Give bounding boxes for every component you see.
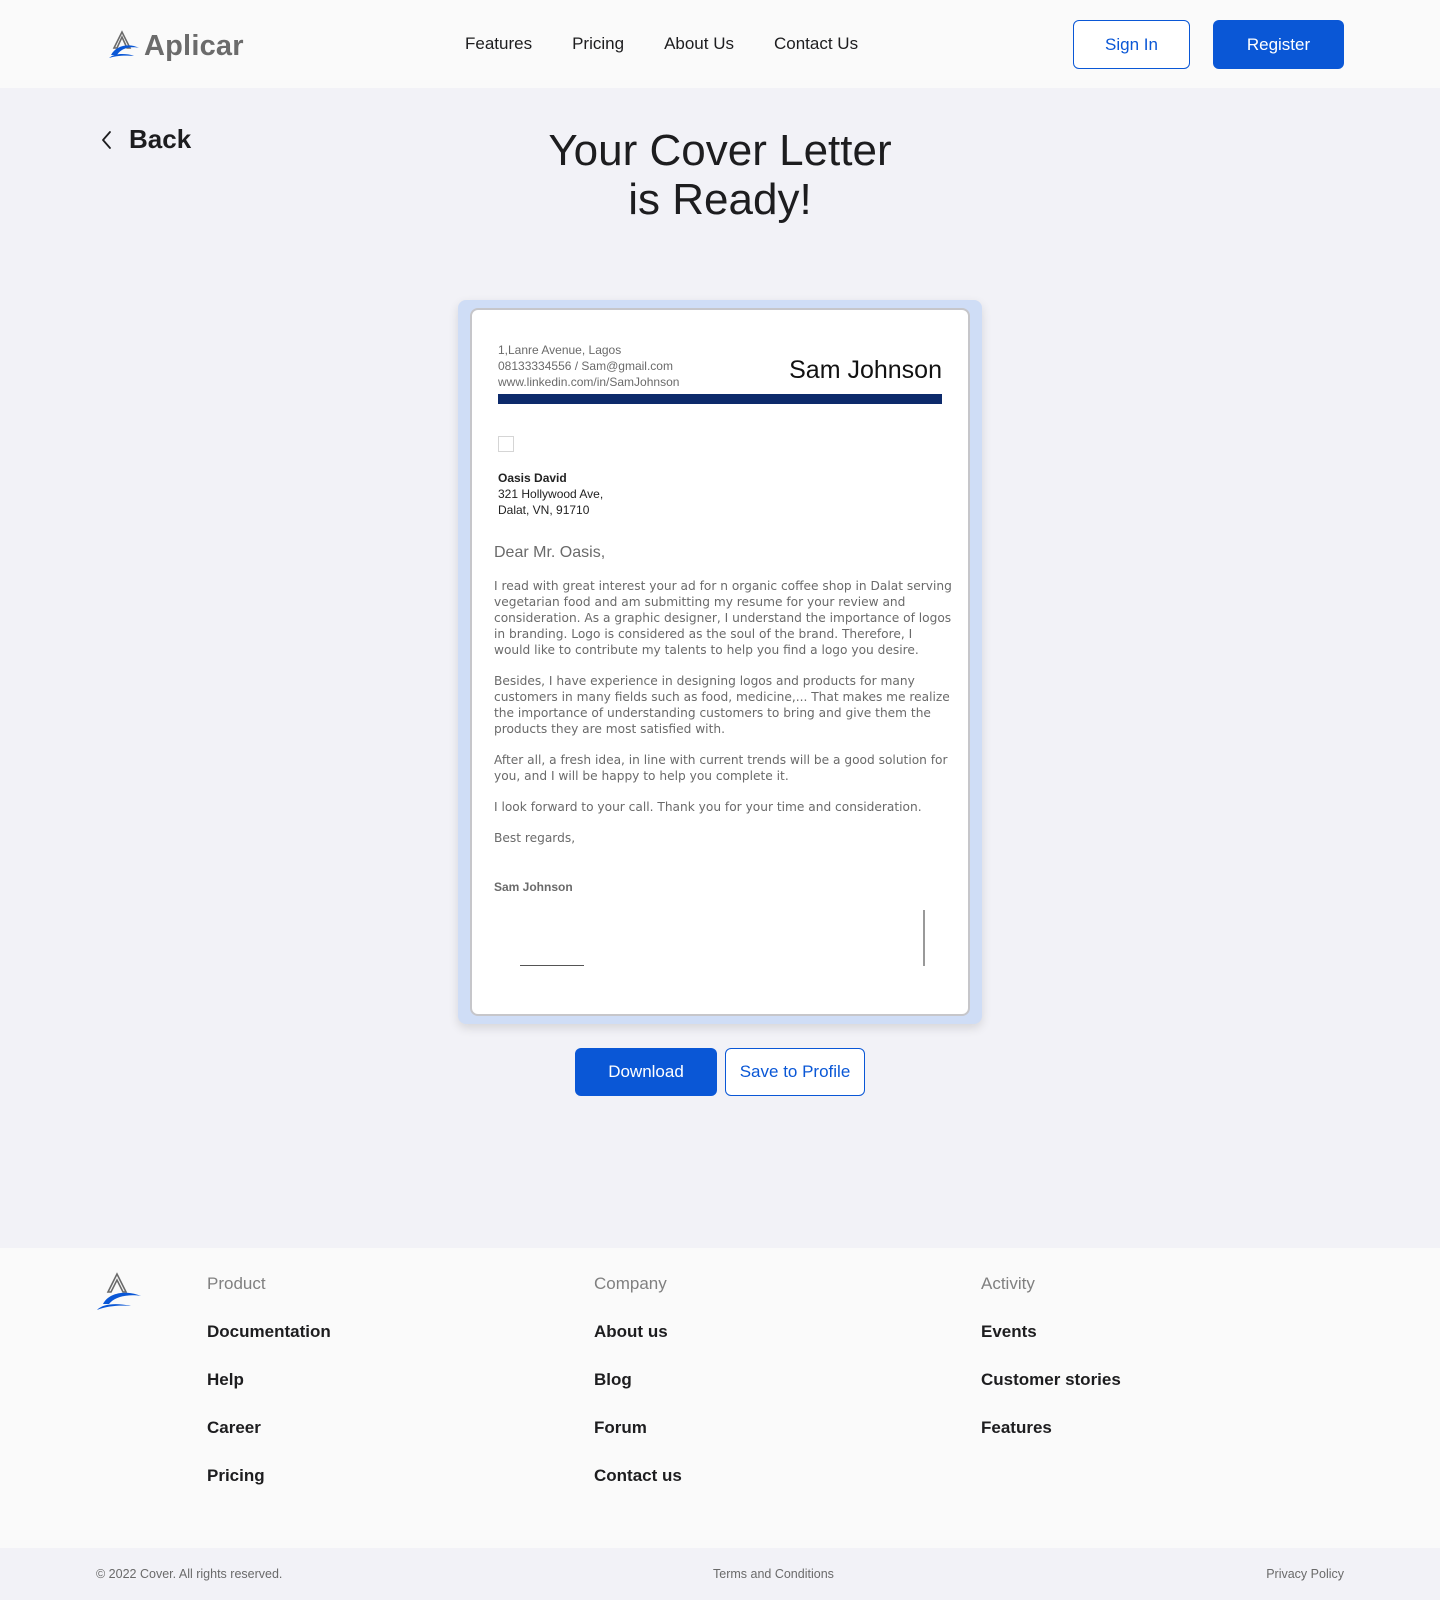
- top-header: Aplicar Features Pricing About Us Contac…: [0, 0, 1440, 88]
- privacy-link[interactable]: Privacy Policy: [1266, 1567, 1344, 1581]
- footer-link-documentation[interactable]: Documentation: [207, 1322, 331, 1370]
- recipient-block: Oasis David 321 Hollywood Ave, Dalat, VN…: [498, 470, 603, 518]
- letter-paragraph: After all, a fresh idea, in line with cu…: [494, 753, 948, 783]
- footer-link-events[interactable]: Events: [981, 1322, 1121, 1370]
- sign-in-button[interactable]: Sign In: [1073, 20, 1190, 69]
- footer-link-career[interactable]: Career: [207, 1418, 331, 1466]
- footer-heading: Company: [594, 1274, 667, 1293]
- footer-link-about-us[interactable]: About us: [594, 1322, 682, 1370]
- footer-heading: Product: [207, 1274, 266, 1293]
- cover-letter-document: 1,Lanre Avenue, Lagos 08133334556 / Sam@…: [470, 308, 970, 1016]
- download-button[interactable]: Download: [575, 1048, 717, 1096]
- footer-link-customer-stories[interactable]: Customer stories: [981, 1370, 1121, 1418]
- nav-contact-us[interactable]: Contact Us: [774, 34, 858, 54]
- signature-name: Sam Johnson: [494, 880, 573, 894]
- aplicar-logo-icon: [109, 30, 139, 58]
- back-button[interactable]: Back: [99, 124, 191, 155]
- nav-pricing[interactable]: Pricing: [572, 34, 624, 54]
- letter-body: I read with great interest your ad for n…: [494, 578, 952, 861]
- terms-link[interactable]: Terms and Conditions: [713, 1567, 834, 1581]
- sender-name: Sam Johnson: [789, 356, 942, 384]
- footer-link-contact-us[interactable]: Contact us: [594, 1466, 682, 1514]
- page-title: Your Cover Letter is Ready!: [420, 126, 1020, 224]
- save-to-profile-button[interactable]: Save to Profile: [725, 1048, 865, 1096]
- chevron-left-icon: [102, 130, 111, 149]
- aplicar-logo-icon[interactable]: [95, 1272, 143, 1314]
- back-label: Back: [129, 124, 192, 154]
- signature-line: [520, 965, 584, 966]
- recipient-name: Oasis David: [498, 471, 567, 485]
- footer-link-forum[interactable]: Forum: [594, 1418, 682, 1466]
- header-divider-bar: [498, 394, 942, 404]
- recipient-street: 321 Hollywood Ave,: [498, 487, 604, 501]
- text-cursor: [923, 910, 925, 966]
- brand-name: Aplicar: [144, 29, 244, 62]
- footer-link-features[interactable]: Features: [981, 1418, 1121, 1466]
- brand-logo[interactable]: Aplicar: [106, 28, 244, 64]
- footer-bottom-bar: © 2022 Cover. All rights reserved. Terms…: [0, 1548, 1440, 1600]
- sender-address: 1,Lanre Avenue, Lagos: [498, 343, 622, 357]
- footer-column-product: Product Documentation Help Career Pricin…: [207, 1274, 331, 1514]
- main-nav: Features Pricing About Us Contact Us: [465, 34, 898, 54]
- sender-phone-email: 08133334556 / Sam@gmail.com: [498, 359, 673, 373]
- letter-paragraph: I read with great interest your ad for n…: [494, 579, 952, 657]
- footer-column-activity: Activity Events Customer stories Feature…: [981, 1274, 1121, 1466]
- recipient-city: Dalat, VN, 91710: [498, 503, 590, 517]
- nav-about-us[interactable]: About Us: [664, 34, 734, 54]
- letter-closing: Best regards,: [494, 831, 576, 845]
- letter-paragraph: I look forward to your call. Thank you f…: [494, 800, 922, 814]
- letter-paragraph: Besides, I have experience in designing …: [494, 674, 950, 736]
- date-placeholder-box: [498, 436, 514, 452]
- sender-contact: 1,Lanre Avenue, Lagos 08133334556 / Sam@…: [498, 342, 679, 390]
- footer-link-pricing[interactable]: Pricing: [207, 1466, 331, 1514]
- nav-features[interactable]: Features: [465, 34, 532, 54]
- page-title-line-1: Your Cover Letter: [548, 126, 892, 175]
- footer-column-company: Company About us Blog Forum Contact us: [594, 1274, 682, 1514]
- sender-linkedin: www.linkedin.com/in/SamJohnson: [498, 375, 680, 389]
- footer-heading: Activity: [981, 1274, 1035, 1293]
- register-button[interactable]: Register: [1213, 20, 1344, 69]
- letter-greeting: Dear Mr. Oasis,: [494, 544, 606, 561]
- footer-link-help[interactable]: Help: [207, 1370, 331, 1418]
- footer: Product Documentation Help Career Pricin…: [0, 1248, 1440, 1548]
- footer-link-blog[interactable]: Blog: [594, 1370, 682, 1418]
- page-title-line-2: is Ready!: [628, 175, 812, 224]
- copyright-text: © 2022 Cover. All rights reserved.: [96, 1567, 283, 1581]
